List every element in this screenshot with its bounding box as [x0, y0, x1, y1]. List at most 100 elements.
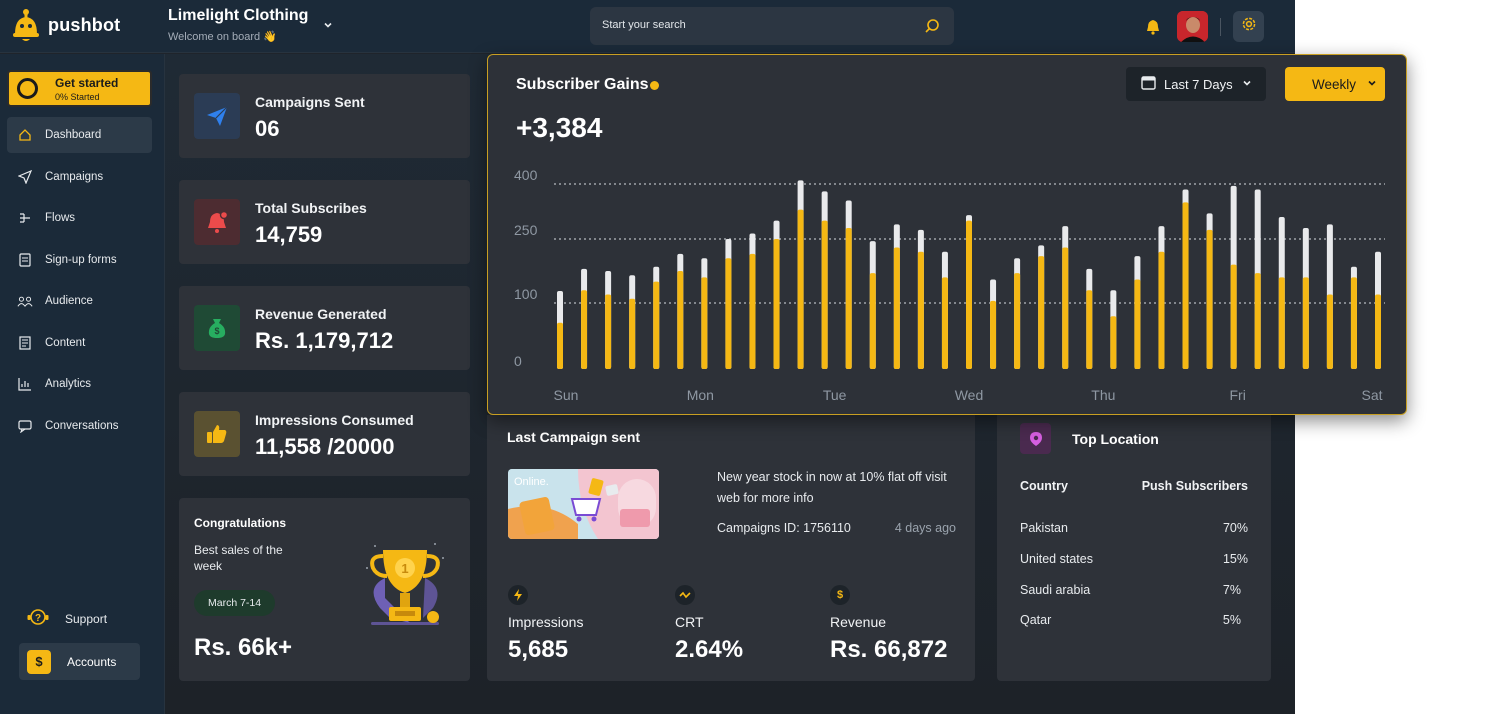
- sidebar-item-label: Analytics: [45, 378, 92, 390]
- country-name: Qatar: [1020, 613, 1052, 627]
- table-row: Pakistan 70%: [1020, 521, 1248, 535]
- pushbot-logo-icon: [12, 8, 40, 42]
- y-tick-label: 400: [514, 167, 538, 183]
- country-name: Saudi arabia: [1020, 583, 1091, 597]
- top-location-title: Top Location: [1072, 431, 1159, 447]
- bar-primary: [1014, 273, 1021, 369]
- metric-crt: CRT 2.64%: [675, 585, 743, 664]
- bar-primary: [941, 277, 948, 369]
- x-tick-label: Sun: [554, 387, 579, 403]
- metric-label: Impressions: [508, 614, 584, 630]
- x-tick-label: Fri: [1230, 387, 1246, 403]
- chevron-down-icon[interactable]: [322, 18, 334, 36]
- campaign-timestamp: 4 days ago: [894, 521, 956, 535]
- bar-primary: [869, 273, 876, 369]
- settings-button[interactable]: [1233, 11, 1264, 42]
- column-header-country: Country: [1020, 479, 1068, 493]
- bar-primary: [966, 220, 972, 369]
- stat-label: Impressions Consumed: [255, 412, 414, 428]
- bar-primary: [653, 281, 660, 369]
- metric-label: CRT: [675, 614, 704, 630]
- bar-primary: [1254, 273, 1261, 369]
- bar-primary: [1110, 316, 1117, 369]
- sidebar-item-audience[interactable]: Audience: [7, 283, 152, 319]
- sidebar-item-content[interactable]: Content: [7, 325, 152, 361]
- search-icon[interactable]: [924, 18, 940, 39]
- y-tick-label: 250: [514, 222, 538, 238]
- table-row: Saudi arabia 7%: [1020, 583, 1248, 597]
- thumbs-up-icon: [194, 411, 240, 457]
- bar-primary: [749, 253, 756, 369]
- bar-primary: [893, 247, 900, 369]
- search-bar[interactable]: Start your search: [590, 7, 954, 45]
- brand[interactable]: pushbot: [12, 8, 120, 42]
- sidebar-item-conversations[interactable]: Conversations: [7, 408, 152, 444]
- sidebar-item-dashboard[interactable]: Dashboard: [7, 117, 152, 153]
- bar-primary: [773, 239, 780, 369]
- stat-label: Total Subscribes: [255, 200, 367, 216]
- paper-plane-icon: [17, 169, 33, 185]
- campaign-thumbnail[interactable]: Online.: [508, 469, 659, 539]
- bar-primary: [1278, 277, 1285, 369]
- sidebar: Get started 0% Started Dashboard Campaig…: [0, 54, 165, 714]
- flows-icon: [17, 210, 33, 226]
- last-campaign-card: Last Campaign sent Online. New year stoc…: [487, 415, 975, 681]
- svg-text:?: ?: [35, 613, 41, 624]
- date-range-badge: March 7-14: [194, 590, 276, 616]
- user-avatar[interactable]: [1177, 11, 1208, 42]
- country-percentage: 15%: [1222, 552, 1248, 566]
- country-percentage: 5%: [1222, 613, 1241, 627]
- campaign-thumbnail-text: Online.: [514, 476, 549, 488]
- get-started-progress: 0% Started: [55, 92, 100, 102]
- location-pin-icon: [1020, 423, 1051, 454]
- country-name: United states: [1020, 552, 1093, 566]
- bar-primary: [990, 300, 997, 369]
- search-input[interactable]: Start your search: [602, 19, 686, 31]
- metric-impressions: Impressions 5,685: [508, 585, 583, 664]
- congratulations-card: Congratulations Best sales of the week M…: [179, 498, 470, 681]
- bar-primary: [1302, 277, 1309, 369]
- get-started-button[interactable]: Get started 0% Started: [7, 70, 152, 107]
- x-tick-label: Mon: [687, 387, 714, 403]
- stat-value: 14,759: [255, 222, 323, 247]
- bar-primary: [1158, 251, 1165, 369]
- sidebar-nav: Dashboard Campaigns Flows Sign-up forms …: [7, 117, 152, 449]
- money-bag-icon: $: [194, 305, 240, 351]
- sidebar-item-signup-forms[interactable]: Sign-up forms: [7, 242, 152, 278]
- sidebar-item-label: Audience: [45, 295, 93, 307]
- wave-emoji-icon: 👋: [263, 31, 277, 43]
- bar-primary: [1206, 229, 1213, 369]
- bell-icon: [194, 199, 240, 245]
- y-tick-label: 0: [514, 353, 522, 369]
- stat-value: Rs. 1,179,712: [255, 328, 394, 353]
- sidebar-item-flows[interactable]: Flows: [7, 200, 152, 236]
- stat-card-campaigns-sent: Campaigns Sent 06: [179, 74, 470, 158]
- store-name: Limelight Clothing: [168, 7, 309, 24]
- campaign-id: Campaigns ID: 1756110: [717, 521, 851, 535]
- table-row: United states 15%: [1020, 552, 1248, 566]
- dollar-icon: $: [830, 585, 850, 605]
- accounts-button[interactable]: $ Accounts: [19, 643, 140, 680]
- bar-primary: [1086, 290, 1093, 369]
- bar-primary: [1326, 294, 1333, 369]
- congrats-title: Congratulations: [194, 516, 286, 530]
- notification-bell-icon[interactable]: [1146, 19, 1160, 40]
- brand-name: pushbot: [48, 14, 121, 35]
- get-started-title: Get started: [55, 76, 119, 90]
- sidebar-item-label: Flows: [45, 212, 76, 224]
- bar-primary: [677, 271, 684, 369]
- bar-primary: [701, 277, 708, 369]
- sidebar-item-label: Campaigns: [45, 170, 104, 183]
- trophy-icon: 1: [355, 538, 455, 643]
- lightning-icon: [508, 585, 528, 605]
- bar-primary: [821, 220, 828, 369]
- bar-primary: [917, 251, 924, 369]
- store-selector[interactable]: Limelight Clothing Welcome on board 👋: [168, 7, 308, 43]
- sidebar-item-analytics[interactable]: Analytics: [7, 366, 152, 402]
- sidebar-item-label: Conversations: [45, 419, 119, 432]
- bar-primary: [1182, 202, 1189, 369]
- stat-value: 06: [255, 116, 280, 141]
- sidebar-item-campaigns[interactable]: Campaigns: [7, 159, 152, 195]
- support-link[interactable]: ? Support: [27, 608, 107, 629]
- metric-revenue: $ Revenue Rs. 66,872: [830, 585, 947, 664]
